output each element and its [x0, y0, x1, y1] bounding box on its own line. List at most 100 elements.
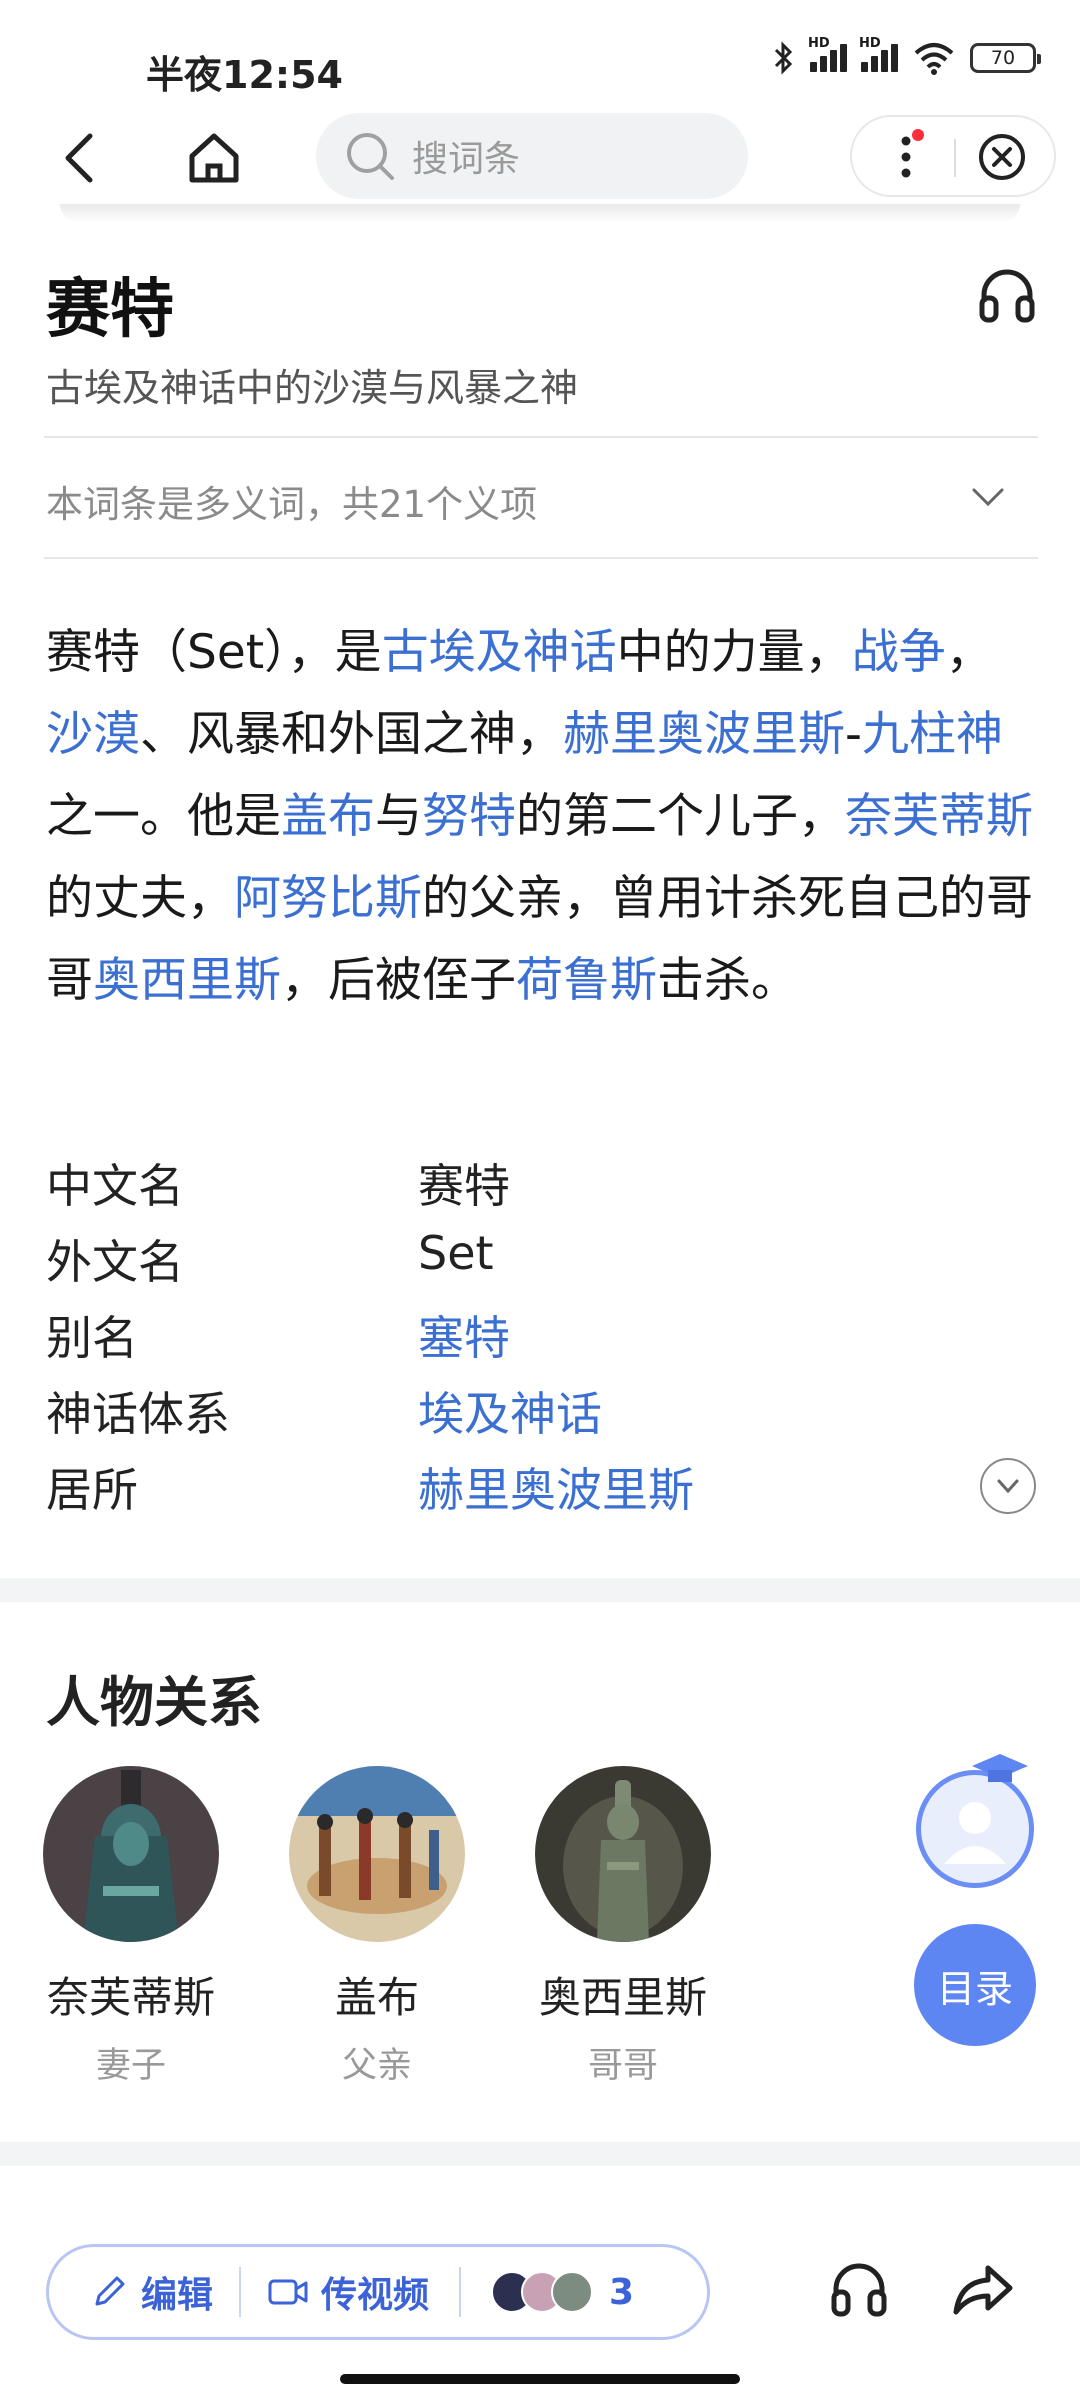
relation-avatar [43, 1766, 219, 1942]
pencil-icon [95, 2276, 125, 2306]
summary-link[interactable]: 奥西里斯 [93, 953, 281, 1008]
pill-divider [239, 2267, 242, 2317]
toc-button[interactable]: 目录 [914, 1924, 1036, 2046]
bottom-audio-button[interactable] [826, 2256, 892, 2322]
summary-link[interactable]: 战争 [852, 625, 946, 680]
relation-card[interactable]: 盖布 父亲 [262, 1766, 492, 2088]
chevron-left-icon [65, 133, 93, 183]
relation-name: 盖布 [334, 1973, 419, 2022]
cellular-signal-1-icon: HD [808, 36, 847, 72]
summary-link[interactable]: 盖布 [281, 789, 375, 844]
status-time: 半夜12:54 [146, 53, 343, 97]
papyrus-painting-icon [289, 1766, 465, 1942]
infobox-value-link[interactable]: 埃及神话 [418, 1378, 602, 1444]
summary-text: 的丈夫， [46, 871, 234, 926]
relation-role: 哥哥 [587, 2046, 658, 2086]
summary-text: 击杀。 [657, 953, 798, 1008]
graduation-cap-icon [970, 1752, 1030, 1786]
bottom-action-pill: 编辑 传视频 3 [46, 2244, 710, 2340]
page-title: 赛特 [46, 273, 174, 347]
upload-video-label: 传视频 [321, 2275, 430, 2316]
infobox-expand-button[interactable] [980, 1458, 1036, 1514]
summary-text: 中的力量， [616, 625, 852, 680]
cellular-signal-2-icon: HD [859, 36, 898, 72]
summary-text: ，后被侄子 [281, 953, 516, 1008]
infobox-label: 中文名 [46, 1159, 184, 1213]
summary-link[interactable]: 赫里奥波里斯 [563, 707, 845, 762]
close-button[interactable] [972, 127, 1032, 187]
divider [44, 436, 1038, 438]
assistant-avatar-button[interactable] [916, 1770, 1034, 1888]
mini-program-capsule [850, 115, 1056, 197]
polysemy-expand-button[interactable] [968, 476, 1008, 516]
contributors-button[interactable]: 3 [491, 2271, 634, 2313]
capsule-divider [954, 139, 956, 177]
header-shadow [60, 204, 1020, 222]
infobox-value: 赛特 [418, 1159, 510, 1213]
pill-divider [459, 2267, 462, 2317]
home-icon [189, 133, 239, 183]
summary-link[interactable]: 九柱神 [862, 707, 1003, 762]
bluetooth-icon [774, 41, 793, 75]
infobox-label: 别名 [46, 1311, 138, 1365]
upload-video-button[interactable]: 传视频 [267, 2266, 429, 2318]
summary-link[interactable]: 奈芙蒂斯 [845, 789, 1033, 844]
edit-button[interactable]: 编辑 [89, 2266, 213, 2318]
infobox-row: 中文名 赛特 [46, 1150, 1036, 1220]
more-button[interactable] [876, 127, 936, 187]
search-icon [347, 133, 394, 180]
page-subtitle: 古埃及神话中的沙漠与风暴之神 [46, 366, 579, 410]
audio-button[interactable] [974, 262, 1040, 328]
summary-link[interactable]: 古埃及神话 [382, 625, 617, 680]
section-separator [0, 2142, 1080, 2166]
summary-text: 赛特（Set），是 [46, 625, 382, 680]
infobox-label: 居所 [46, 1463, 138, 1517]
video-camera-icon [268, 2279, 308, 2305]
infobox-row: 神话体系 埃及神话 [46, 1378, 1036, 1448]
summary-text: 的第二个儿子， [516, 789, 845, 844]
hd-label: HD [808, 36, 830, 51]
battery-indicator: 70 [970, 43, 1041, 73]
chevron-down-icon [997, 1479, 1019, 1494]
search-input[interactable]: 搜词条 [316, 113, 748, 199]
more-dots-icon [901, 129, 924, 178]
contributor-avatar [551, 2271, 594, 2313]
summary-link[interactable]: 沙漠 [46, 707, 140, 762]
user-avatar-icon [944, 1802, 1006, 1864]
back-button[interactable] [52, 128, 112, 188]
close-circle-icon [979, 134, 1025, 180]
relation-card[interactable]: 奥西里斯 哥哥 [508, 1766, 738, 2088]
section-separator [0, 1578, 1080, 1602]
edit-label: 编辑 [141, 2275, 214, 2316]
home-indicator [340, 2374, 740, 2384]
relation-name: 奈芙蒂斯 [46, 1973, 215, 2022]
polysemy-notice[interactable]: 本词条是多义词，共21个义项 [46, 474, 537, 528]
relation-card[interactable]: 奈芙蒂斯 妻子 [16, 1766, 246, 2088]
relations-title: 人物关系 [46, 1671, 262, 1734]
home-button[interactable] [182, 126, 246, 190]
relation-avatar [289, 1766, 465, 1942]
summary-link[interactable]: 努特 [422, 789, 516, 844]
divider [44, 557, 1038, 559]
hd-label: HD [859, 36, 881, 51]
summary-paragraph: 赛特（Set），是古埃及神话中的力量，战争， 沙漠、风暴和外国之神，赫里奥波里斯-… [46, 612, 1036, 1022]
infobox-label: 神话体系 [46, 1387, 230, 1441]
summary-text: 与 [375, 789, 422, 844]
status-icons: HD HD 70 [772, 36, 1041, 76]
infobox-value-link[interactable]: 塞特 [418, 1302, 510, 1368]
chevron-down-icon [972, 488, 1004, 507]
infobox-label: 外文名 [46, 1235, 184, 1289]
relation-role: 妻子 [95, 2046, 166, 2086]
infobox-value-link[interactable]: 赫里奥波里斯 [418, 1454, 694, 1520]
relation-role: 父亲 [341, 2046, 412, 2086]
relation-name: 奥西里斯 [538, 1973, 707, 2022]
relation-avatar [535, 1766, 711, 1942]
share-arrow-icon [953, 2265, 1013, 2315]
share-button[interactable] [950, 2256, 1016, 2322]
summary-link[interactable]: 阿努比斯 [234, 871, 422, 926]
infobox-row: 居所 赫里奥波里斯 [46, 1454, 1036, 1524]
infobox-value: Set [418, 1226, 494, 1280]
statue-portrait-icon [43, 1766, 219, 1942]
contributors-count: 3 [609, 2271, 635, 2313]
summary-link[interactable]: 荷鲁斯 [516, 953, 657, 1008]
